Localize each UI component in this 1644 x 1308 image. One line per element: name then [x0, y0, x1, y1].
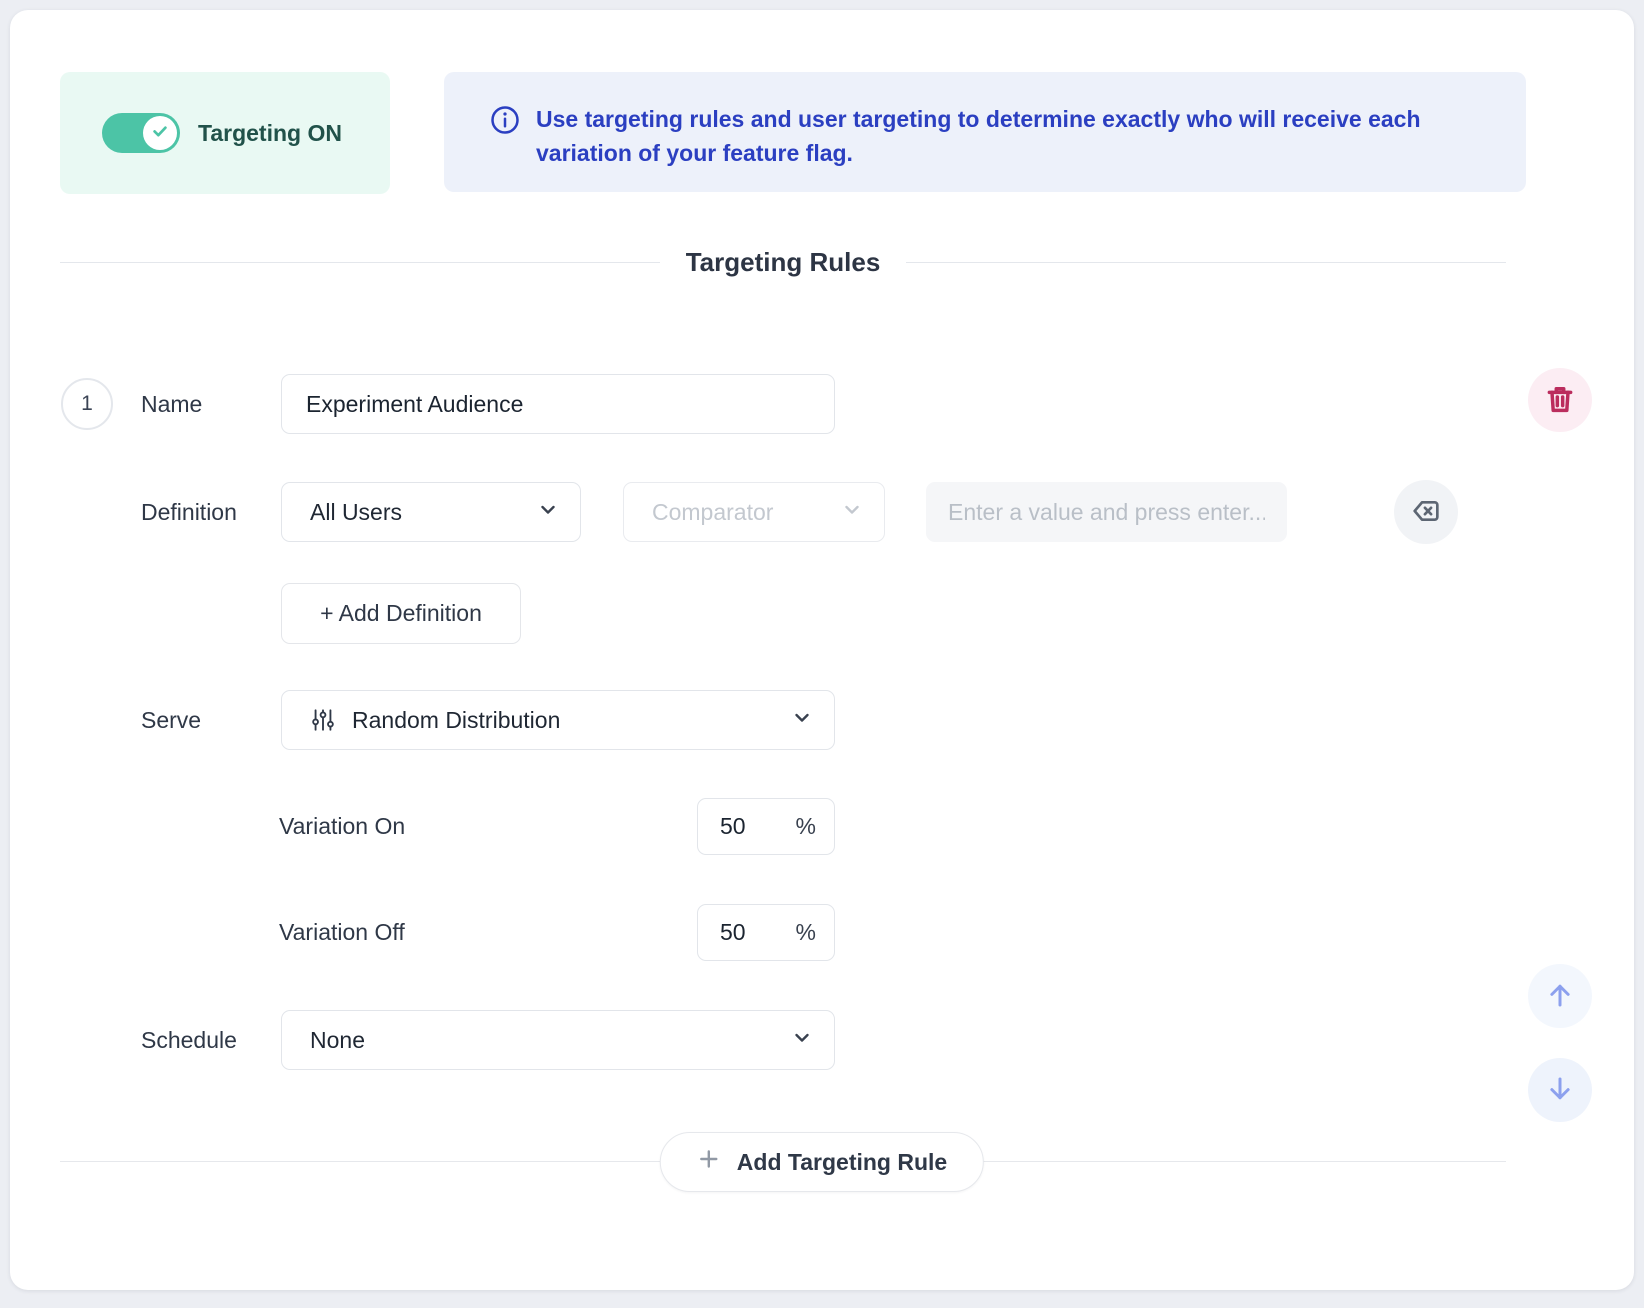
- name-label: Name: [141, 391, 281, 418]
- check-icon: [150, 121, 170, 146]
- info-banner-text: Use targeting rules and user targeting t…: [536, 102, 1486, 192]
- serve-select-value: Random Distribution: [352, 707, 560, 734]
- comparator-select-placeholder: Comparator: [652, 499, 773, 526]
- schedule-row: Schedule None: [10, 1010, 1634, 1070]
- variation-on-input[interactable]: [720, 813, 778, 840]
- rule-name-input[interactable]: [281, 374, 835, 434]
- clear-value-button[interactable]: [1394, 480, 1458, 544]
- toggle-knob: [143, 116, 177, 150]
- sliders-icon: [310, 707, 336, 733]
- percent-unit: %: [796, 813, 816, 840]
- info-icon: [490, 105, 520, 192]
- variation-off-input[interactable]: [720, 919, 778, 946]
- move-rule-up-button[interactable]: [1528, 964, 1592, 1028]
- arrow-down-icon: [1545, 1074, 1575, 1107]
- info-banner: Use targeting rules and user targeting t…: [444, 72, 1526, 192]
- variation-on-row: Variation On %: [10, 798, 1634, 855]
- arrow-up-icon: [1545, 980, 1575, 1013]
- add-definition-button[interactable]: + Add Definition: [281, 583, 521, 644]
- variation-off-field: %: [697, 904, 835, 961]
- targeting-toggle-box: Targeting ON: [60, 72, 390, 194]
- targeting-toggle-label: Targeting ON: [198, 120, 342, 147]
- schedule-select-value: None: [310, 1027, 365, 1054]
- add-targeting-rule-label: Add Targeting Rule: [737, 1149, 947, 1176]
- variation-off-label: Variation Off: [279, 919, 697, 946]
- footer: Add Targeting Rule: [10, 1132, 1634, 1192]
- top-row: Targeting ON Use targeting rules and use…: [10, 10, 1634, 194]
- targeting-card: Targeting ON Use targeting rules and use…: [10, 10, 1634, 1290]
- name-row: 1 Name: [10, 374, 1634, 434]
- variation-on-label: Variation On: [279, 813, 697, 840]
- audience-select-value: All Users: [310, 499, 402, 526]
- backspace-icon: [1410, 495, 1442, 530]
- serve-label: Serve: [141, 707, 281, 734]
- section-title: Targeting Rules: [686, 247, 881, 278]
- move-rule-down-button[interactable]: [1528, 1058, 1592, 1122]
- percent-unit: %: [796, 919, 816, 946]
- rule-number-badge: 1: [61, 378, 113, 430]
- divider-left: [60, 262, 660, 263]
- delete-rule-button[interactable]: [1528, 368, 1592, 432]
- chevron-down-icon: [538, 500, 558, 525]
- chevron-down-icon: [842, 500, 862, 525]
- chevron-down-icon: [792, 1028, 812, 1053]
- targeting-toggle[interactable]: [102, 113, 180, 153]
- trash-icon: [1544, 383, 1576, 418]
- serve-row: Serve Random Distribution: [10, 690, 1634, 750]
- schedule-label: Schedule: [141, 1027, 281, 1054]
- plus-icon: [697, 1147, 721, 1177]
- serve-select[interactable]: Random Distribution: [281, 690, 835, 750]
- variation-on-field: %: [697, 798, 835, 855]
- audience-select[interactable]: All Users: [281, 482, 581, 542]
- section-header: Targeting Rules: [60, 246, 1506, 278]
- divider-right: [906, 262, 1506, 263]
- definition-row: Definition All Users Comparator: [10, 480, 1634, 544]
- variation-off-row: Variation Off %: [10, 904, 1634, 961]
- definition-value-input[interactable]: [926, 482, 1287, 542]
- add-targeting-rule-button[interactable]: Add Targeting Rule: [660, 1132, 984, 1192]
- comparator-select[interactable]: Comparator: [623, 482, 885, 542]
- chevron-down-icon: [792, 708, 812, 733]
- schedule-select[interactable]: None: [281, 1010, 835, 1070]
- definition-label: Definition: [141, 499, 281, 526]
